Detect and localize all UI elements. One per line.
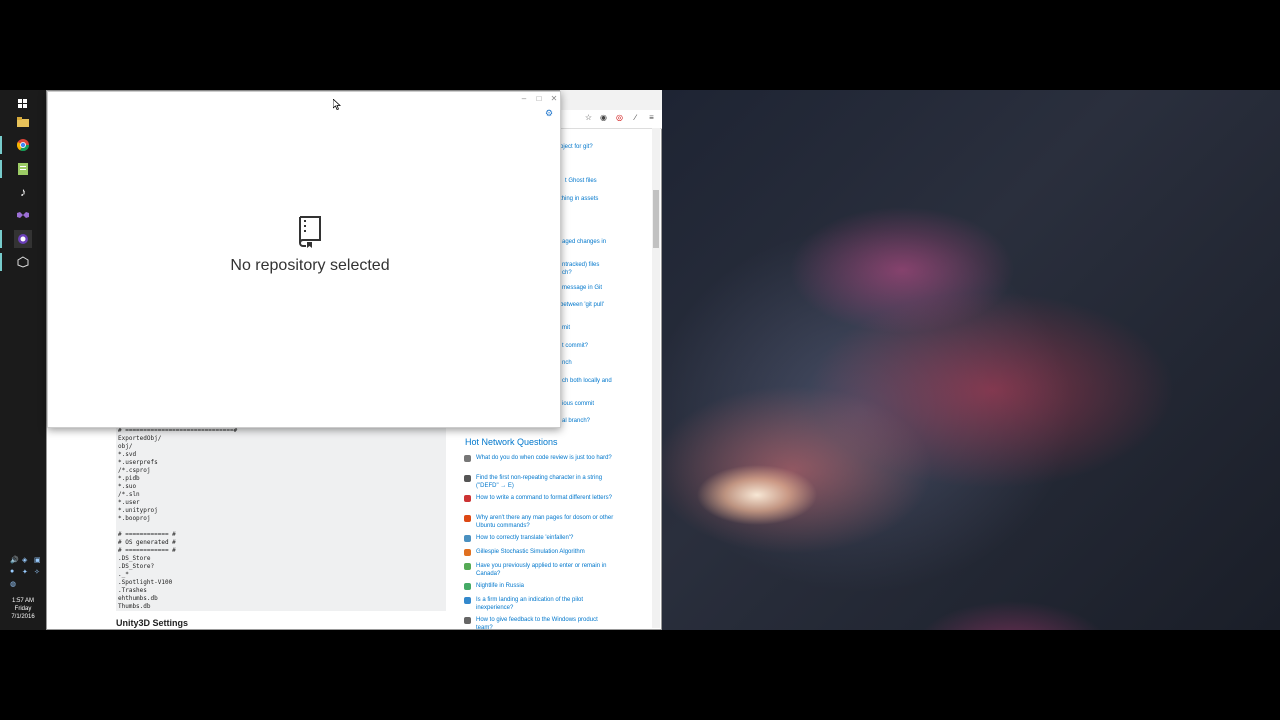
related-question-link[interactable]: message in Git	[562, 285, 602, 291]
tray-app-icon[interactable]: ▣	[34, 556, 41, 564]
github-desktop-icon[interactable]	[14, 230, 32, 248]
hnq-item-text[interactable]: How to give feedback to the Windows prod…	[476, 617, 616, 632]
related-question-link[interactable]: t Ghost files	[565, 178, 597, 184]
related-question-link[interactable]: aged changes in	[562, 239, 606, 245]
empty-state-message: No repository selected	[230, 257, 390, 274]
volume-icon[interactable]: 🔊	[10, 556, 19, 564]
hnq-item-text[interactable]: Have you previously applied to enter or …	[476, 563, 616, 578]
related-question-link[interactable]: thing in assets	[560, 196, 598, 202]
site-icon	[464, 535, 471, 542]
star-icon[interactable]: ☆	[583, 112, 594, 123]
tray-app-icon[interactable]: ◍	[10, 580, 16, 588]
clock-time: 1:57 AM	[11, 598, 34, 604]
related-question-link[interactable]: nch	[562, 360, 572, 366]
related-question-link[interactable]: al branch?	[562, 418, 590, 424]
section-heading: Unity3D Settings	[116, 618, 189, 628]
desktop-wallpaper	[662, 90, 1280, 630]
extension-icon[interactable]: ◉	[598, 112, 609, 123]
maximize-button[interactable]: □	[533, 94, 545, 103]
tray-app-icon[interactable]: ●	[10, 568, 14, 575]
hnq-item-text[interactable]: How to write a command to format differe…	[476, 495, 616, 503]
extension-icon[interactable]: ∕	[630, 112, 641, 123]
hnq-item-text[interactable]: Why aren't there any man pages for dosom…	[476, 515, 616, 530]
browser-tab-strip	[560, 90, 662, 111]
related-question-link[interactable]: mit	[562, 325, 570, 331]
site-icon	[464, 563, 471, 570]
site-icon	[464, 475, 471, 482]
hnq-item-text[interactable]: Nightlife in Russia	[476, 583, 616, 591]
music-icon[interactable]: ♪	[14, 183, 32, 201]
related-question-link[interactable]: ch?	[562, 270, 572, 276]
visual-studio-icon[interactable]	[14, 206, 32, 224]
site-icon	[464, 455, 471, 462]
minimize-button[interactable]: –	[518, 94, 530, 103]
related-question-link[interactable]: ntracked) files	[562, 262, 599, 268]
tray-app-icon[interactable]: ✦	[22, 568, 28, 576]
clock-day: Friday	[14, 606, 32, 612]
related-question-link[interactable]: oject for git?	[560, 144, 593, 150]
site-icon	[464, 495, 471, 502]
site-icon	[464, 515, 471, 522]
close-button[interactable]: ✕	[548, 94, 560, 103]
network-icon[interactable]: ◈	[22, 556, 27, 564]
taskbar-active-indicator	[0, 160, 2, 178]
site-icon	[464, 597, 471, 604]
chrome-icon[interactable]	[14, 136, 32, 154]
taskbar-active-indicator	[0, 253, 2, 271]
hnq-item-text[interactable]: How to correctly translate 'einfallen'?	[476, 535, 616, 543]
scrollbar-thumb[interactable]	[653, 190, 659, 248]
hot-network-questions-title[interactable]: Hot Network Questions	[465, 437, 558, 447]
related-question-link[interactable]: ch both locally and	[562, 378, 612, 384]
file-explorer-icon[interactable]	[14, 113, 32, 131]
related-question-link[interactable]: ious commit	[562, 401, 594, 407]
tray-app-icon[interactable]: ✧	[34, 568, 40, 576]
site-icon	[464, 549, 471, 556]
site-icon	[464, 617, 471, 624]
hnq-item-text[interactable]: Gillespie Stochastic Simulation Algorith…	[476, 549, 616, 557]
clock-date: 7/1/2016	[11, 614, 35, 620]
taskbar: ♪ 🔊 ◈ ▣ ● ✦ ✧ ◍ 1:57 AM Friday 7/1/2016	[0, 90, 46, 630]
taskbar-active-indicator	[0, 230, 2, 248]
settings-gear-icon[interactable]: ⚙	[545, 108, 553, 119]
related-question-link[interactable]: between 'git pull'	[560, 302, 604, 308]
windows-icon[interactable]	[14, 95, 32, 113]
hnq-item-text[interactable]: Find the first non-repeating character i…	[476, 475, 616, 490]
notepad-icon[interactable]	[14, 160, 32, 178]
taskbar-clock[interactable]: 1:57 AM Friday 7/1/2016	[0, 597, 46, 621]
menu-icon[interactable]: ≡	[646, 112, 657, 123]
taskbar-active-indicator	[0, 136, 2, 154]
site-icon	[464, 583, 471, 590]
related-question-link[interactable]: t commit?	[562, 343, 588, 349]
unity-icon[interactable]	[14, 253, 32, 271]
gitignore-code-block: # ==============================# Export…	[116, 425, 446, 611]
repository-icon	[297, 216, 323, 248]
mouse-cursor	[332, 97, 342, 115]
opera-icon[interactable]: ◎	[614, 112, 625, 123]
hnq-item-text[interactable]: What do you do when code review is just …	[476, 455, 616, 463]
hnq-item-text[interactable]: Is a firm landing an indication of the p…	[476, 597, 616, 612]
